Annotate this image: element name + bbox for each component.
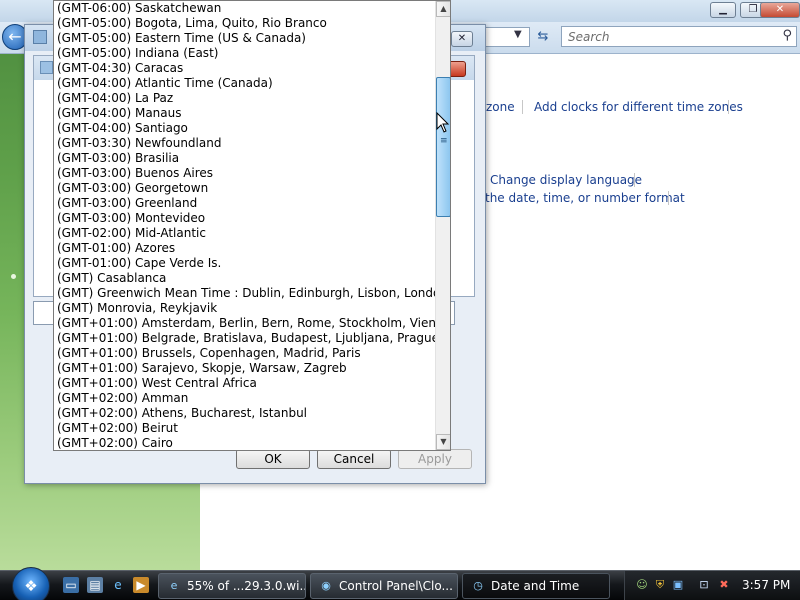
link-separator: [634, 173, 635, 187]
search-input[interactable]: Search ⚲: [561, 26, 797, 47]
thumb-grip-icon: ≡: [440, 136, 448, 146]
switch-windows-icon[interactable]: ▤: [87, 577, 103, 593]
cancel-button[interactable]: Cancel: [317, 449, 391, 469]
internet-explorer-icon: e: [170, 579, 178, 592]
time-zone-option[interactable]: (GMT-04:00) Manaus: [54, 106, 435, 121]
media-player-icon[interactable]: ▶: [133, 577, 149, 593]
refresh-icon[interactable]: ⇆: [532, 27, 554, 47]
show-desktop-icon[interactable]: ▭: [63, 577, 79, 593]
time-zone-option[interactable]: (GMT+02:00) Cairo: [54, 436, 435, 450]
security-shield-icon[interactable]: ⛨: [653, 578, 667, 592]
control-panel-icon: ◉: [321, 579, 331, 592]
time-zone-option[interactable]: (GMT-01:00) Cape Verde Is.: [54, 256, 435, 271]
time-zone-option[interactable]: (GMT-05:00) Indiana (East): [54, 46, 435, 61]
network-icon[interactable]: ⊡: [697, 578, 711, 592]
time-zone-option[interactable]: (GMT-03:30) Newfoundland: [54, 136, 435, 151]
minimize-button[interactable]: ▁: [710, 2, 736, 18]
time-zone-option[interactable]: (GMT-03:00) Greenland: [54, 196, 435, 211]
taskbar: ❖ ▭ ▤ e ▶ e 55% of ...29.3.0.wi... ◉ Con…: [0, 567, 800, 600]
scroll-down-button[interactable]: ▼: [436, 434, 450, 450]
dialog-close-button[interactable]: ✕: [451, 31, 473, 47]
taskbar-item-control-panel[interactable]: ◉ Control Panel\Clo...: [310, 573, 458, 599]
time-zone-option[interactable]: (GMT-05:00) Eastern Time (US & Canada): [54, 31, 435, 46]
apply-button[interactable]: Apply: [398, 449, 472, 469]
time-zone-option[interactable]: (GMT+01:00) Belgrade, Bratislava, Budape…: [54, 331, 435, 346]
taskbar-item-label: 55% of ...29.3.0.wi...: [187, 579, 306, 593]
windows-sidebar-icon[interactable]: ▣: [671, 578, 685, 592]
search-icon[interactable]: ⚲: [782, 28, 792, 43]
internet-explorer-icon[interactable]: e: [110, 577, 126, 593]
change-display-language-link[interactable]: Change display language: [490, 173, 642, 187]
time-zone-option[interactable]: (GMT) Casablanca: [54, 271, 435, 286]
time-zone-option[interactable]: (GMT-02:00) Mid-Atlantic: [54, 226, 435, 241]
time-zone-option[interactable]: (GMT-05:00) Bogota, Lima, Quito, Rio Bra…: [54, 16, 435, 31]
search-placeholder: Search: [568, 30, 610, 44]
users-icon[interactable]: ☺: [635, 578, 649, 592]
volume-muted-icon[interactable]: ✖: [717, 578, 731, 592]
taskbar-item-label: Date and Time: [491, 579, 580, 593]
time-zone-option[interactable]: (GMT-04:00) La Paz: [54, 91, 435, 106]
time-zone-option[interactable]: (GMT) Monrovia, Reykjavik: [54, 301, 435, 316]
ok-button[interactable]: OK: [236, 449, 310, 469]
taskbar-item-date-time[interactable]: ◷ Date and Time: [462, 573, 610, 599]
time-zone-option[interactable]: (GMT) Greenwich Mean Time : Dublin, Edin…: [54, 286, 435, 301]
time-zone-dropdown-list[interactable]: (GMT-06:00) Saskatchewan (GMT-05:00) Bogo…: [53, 0, 451, 451]
link-separator: [522, 100, 523, 114]
scroll-thumb[interactable]: ≡: [436, 77, 450, 217]
date-time-format-link[interactable]: the date, time, or number format: [485, 191, 685, 205]
scroll-up-button[interactable]: ▲: [436, 1, 450, 17]
date-time-icon: ◷: [473, 579, 483, 592]
clock-icon: [33, 30, 47, 44]
add-clocks-link[interactable]: Add clocks for different time zones: [534, 100, 743, 114]
chevron-down-icon[interactable]: ▼: [514, 29, 522, 40]
link-separator: [728, 100, 729, 114]
time-zone-items: (GMT-06:00) Saskatchewan (GMT-05:00) Bogo…: [54, 1, 435, 450]
taskbar-clock[interactable]: 3:57 PM: [742, 578, 790, 592]
time-zone-option[interactable]: (GMT+02:00) Athens, Bucharest, Istanbul: [54, 406, 435, 421]
time-zone-option[interactable]: (GMT+01:00) Sarajevo, Skopje, Warsaw, Za…: [54, 361, 435, 376]
time-zone-option[interactable]: (GMT+02:00) Amman: [54, 391, 435, 406]
time-zone-option[interactable]: (GMT-03:00) Buenos Aires: [54, 166, 435, 181]
time-zone-option[interactable]: (GMT-04:00) Atlantic Time (Canada): [54, 76, 435, 91]
time-zone-link[interactable]: zone: [486, 100, 515, 114]
time-zone-option[interactable]: (GMT-03:00) Georgetown: [54, 181, 435, 196]
time-zone-option[interactable]: (GMT-06:00) Saskatchewan: [54, 1, 435, 16]
time-zone-option[interactable]: (GMT+01:00) Amsterdam, Berlin, Bern, Rom…: [54, 316, 435, 331]
close-button[interactable]: ✕: [760, 2, 800, 18]
list-scrollbar[interactable]: ▲ ≡ ▼: [435, 1, 450, 450]
taskbar-item-label: Control Panel\Clo...: [339, 579, 453, 593]
time-zone-option[interactable]: (GMT+01:00) Brussels, Copenhagen, Madrid…: [54, 346, 435, 361]
time-zone-option[interactable]: (GMT+01:00) West Central Africa: [54, 376, 435, 391]
address-dropdown[interactable]: [486, 27, 530, 47]
time-zone-option[interactable]: (GMT-01:00) Azores: [54, 241, 435, 256]
time-zone-option[interactable]: (GMT-03:00) Brasilia: [54, 151, 435, 166]
globe-icon: [40, 61, 53, 74]
mouse-cursor-icon: [436, 112, 450, 133]
taskbar-item-browser[interactable]: e 55% of ...29.3.0.wi...: [158, 573, 306, 599]
time-zone-option[interactable]: (GMT+02:00) Beirut: [54, 421, 435, 436]
time-zone-option[interactable]: (GMT-04:30) Caracas: [54, 61, 435, 76]
time-zone-option[interactable]: (GMT-04:00) Santiago: [54, 121, 435, 136]
link-separator: [668, 191, 669, 205]
time-zone-option[interactable]: (GMT-03:00) Montevideo: [54, 211, 435, 226]
start-button[interactable]: ❖: [12, 567, 50, 600]
